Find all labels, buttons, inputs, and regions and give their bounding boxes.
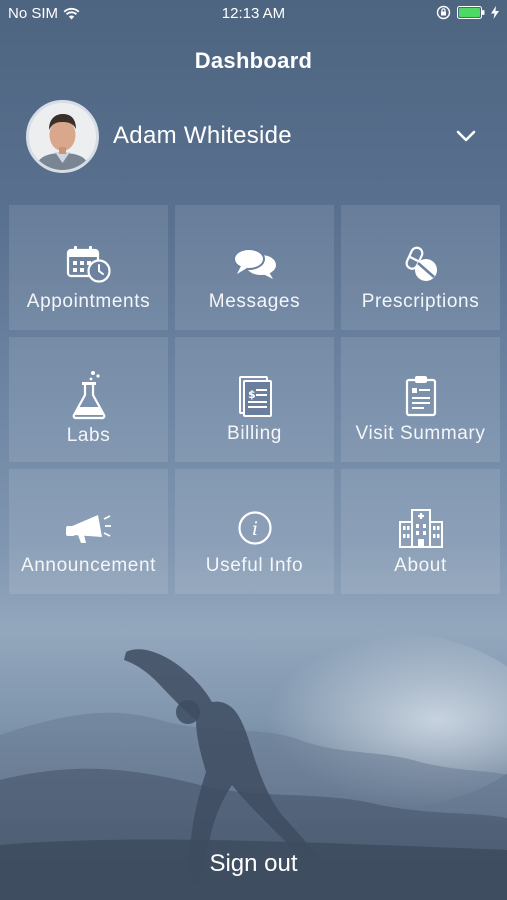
clipboard-icon <box>405 376 436 417</box>
page-title: Dashboard <box>194 48 313 73</box>
tile-label: Billing <box>227 423 282 444</box>
tile-about[interactable]: About <box>341 469 500 594</box>
chevron-down-icon <box>456 130 476 142</box>
tile-label: Useful Info <box>205 555 304 576</box>
tile-label: Announcement <box>20 555 156 576</box>
tile-useful-info[interactable]: i Useful Info <box>175 469 334 594</box>
tile-label: Prescriptions <box>361 291 480 312</box>
sign-out-button[interactable]: Sign out <box>0 850 507 878</box>
status-bar: No SIM 12:13 AM <box>0 0 507 28</box>
tile-billing[interactable]: $ Billing <box>175 337 334 462</box>
flask-icon <box>72 371 105 420</box>
tile-label: Appointments <box>26 291 151 312</box>
tile-label: Messages <box>208 291 301 312</box>
calendar-clock-icon <box>66 246 111 283</box>
tile-label: Visit Summary <box>355 423 486 444</box>
profile-name: Adam Whiteside <box>113 122 292 149</box>
tile-appointments[interactable]: Appointments <box>9 205 168 330</box>
profile-dropdown-button[interactable] <box>446 116 486 156</box>
info-icon: i <box>237 511 272 545</box>
charging-bolt-icon <box>491 6 499 19</box>
orientation-lock-icon <box>436 5 451 20</box>
profile-selector[interactable]: Adam Whiteside <box>26 99 486 173</box>
hospital-icon <box>398 509 443 548</box>
tile-prescriptions[interactable]: Prescriptions <box>341 205 500 330</box>
tile-announcement[interactable]: Announcement <box>9 469 168 594</box>
megaphone-icon <box>65 515 111 543</box>
avatar-photo <box>29 102 96 170</box>
tile-visit-summary[interactable]: Visit Summary <box>341 337 500 462</box>
avatar[interactable] <box>26 99 99 173</box>
battery-icon <box>457 6 485 19</box>
svg-text:$: $ <box>248 388 256 401</box>
tile-messages[interactable]: Messages <box>175 205 334 330</box>
tile-label: About <box>394 555 447 576</box>
status-time: 12:13 AM <box>221 5 286 22</box>
status-right <box>436 5 499 20</box>
chat-bubbles-icon <box>232 248 276 279</box>
pills-icon <box>405 246 437 281</box>
tile-label: Labs <box>66 425 111 446</box>
tile-labs[interactable]: Labs <box>9 337 168 462</box>
bill-icon: $ <box>238 376 272 417</box>
svg-text:i: i <box>251 518 257 540</box>
dashboard-grid: Appointments Messages Prescriptions Labs… <box>9 205 500 594</box>
